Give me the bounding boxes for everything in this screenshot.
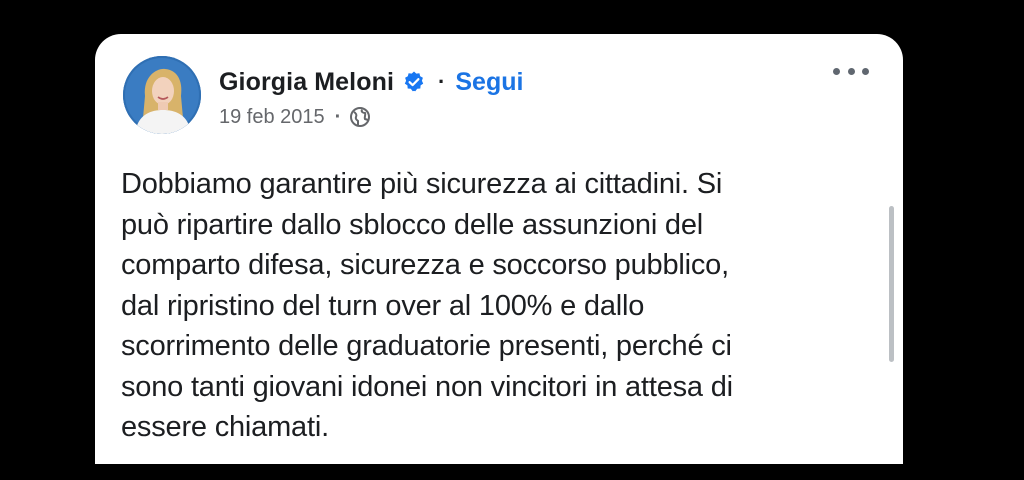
avatar-photo: [123, 56, 201, 134]
globe-icon: [349, 106, 371, 128]
scrollbar[interactable]: [889, 206, 894, 362]
author-name[interactable]: Giorgia Meloni: [219, 68, 394, 97]
more-options-icon[interactable]: [833, 60, 869, 82]
follow-button[interactable]: Segui: [455, 68, 523, 97]
verified-badge-icon: [402, 70, 426, 94]
post-meta: 19 feb 2015 ·: [219, 102, 371, 132]
post-date[interactable]: 19 feb 2015: [219, 106, 325, 129]
separator-dot: ·: [438, 69, 446, 94]
author-avatar[interactable]: [123, 56, 201, 134]
post-text: Dobbiamo garantire più sicurezza ai citt…: [121, 168, 733, 443]
separator-dot: ·: [334, 105, 342, 128]
post-header: Giorgia Meloni · Segui: [219, 62, 523, 102]
post-card: Giorgia Meloni · Segui 19 feb 2015 · Dob…: [95, 34, 903, 464]
